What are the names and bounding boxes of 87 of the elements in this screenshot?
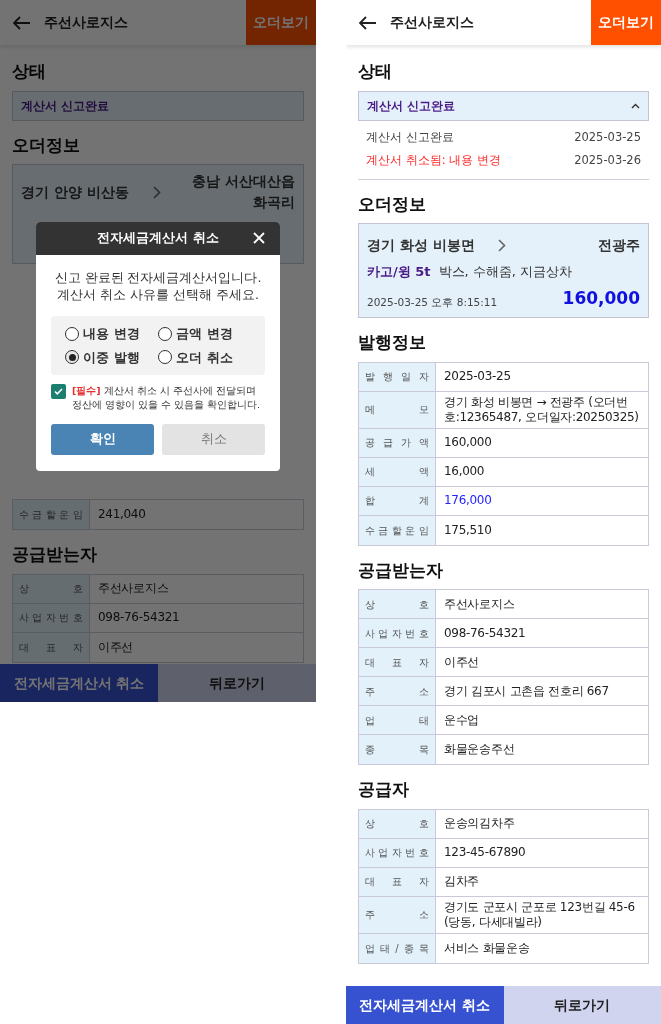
table-label-cell: 상 호 bbox=[359, 590, 436, 618]
header-title: 주선사로지스 bbox=[44, 13, 129, 32]
table-label-cell: 세 액 bbox=[359, 457, 436, 486]
confirm-button[interactable]: 확인 bbox=[51, 424, 154, 455]
dialog-title: 전자세금계산서 취소 bbox=[97, 229, 219, 248]
destination-text: 전광주 bbox=[597, 235, 640, 255]
history-date: 2025-03-25 bbox=[574, 129, 641, 147]
table-label-cell: 업 태 / 종 목 bbox=[359, 933, 436, 963]
table-value-cell-text: 175,510 bbox=[443, 521, 493, 539]
table-label-cell: 메 모 bbox=[359, 391, 436, 428]
table-value-cell-text: 176,000 bbox=[443, 492, 493, 509]
cancel-button[interactable]: 취소 bbox=[162, 424, 265, 455]
table-label-cell: 대 표 자 bbox=[359, 867, 436, 896]
table-value-cell-text: 운송의김차주 bbox=[443, 815, 516, 832]
close-icon[interactable] bbox=[252, 231, 266, 245]
table-value-cell-text: 경기 김포시 고촌읍 전호리 667 bbox=[443, 682, 610, 700]
cancel-invoice-button[interactable]: 전자세금계산서 취소 bbox=[346, 986, 504, 1024]
section-heading: 오더정보 bbox=[12, 133, 80, 157]
table-label-cell: 업 태 bbox=[359, 706, 436, 734]
table-value-cell-text: 2025-03-25 bbox=[443, 368, 512, 385]
history-date: 2025-03-26 bbox=[574, 152, 641, 170]
table-value-cell-text: 이주선 bbox=[443, 653, 481, 671]
reason-label[interactable]: 이중 발행 bbox=[83, 347, 140, 367]
table-value-cell-text: 098-76-54321 bbox=[97, 609, 181, 626]
table-label-cell: 사 업 자 번 호 bbox=[13, 603, 90, 632]
origin-text: 경기 안양 비산동 bbox=[21, 182, 129, 202]
radio-button[interactable] bbox=[158, 326, 172, 341]
table-value-cell-text: 주선사로지스 bbox=[97, 580, 170, 597]
order-amount: 160,000 bbox=[562, 286, 640, 310]
section-heading: 공급자 bbox=[358, 778, 409, 801]
reason-label[interactable]: 내용 변경 bbox=[83, 324, 140, 344]
table-value-cell-text: 098-76-54321 bbox=[443, 624, 527, 642]
history-status-text: 계산서 취소됨: 내용 변경 bbox=[366, 152, 501, 170]
chevron-right-icon bbox=[152, 185, 161, 199]
table-value-cell-text: 경기도 군포시 군포로 123번길 45-6 (당동, 다세대빌라) bbox=[443, 898, 636, 931]
order-card[interactable]: 경기 화성 비봉면 전광주 카고/윙 5t 박스, 수해줌, 지금상차 2025-03-25 오후 8:15:11 160,000 bbox=[358, 223, 649, 318]
consent-checkbox[interactable] bbox=[51, 384, 66, 399]
status-dropdown[interactable]: 계산서 신고완료 bbox=[12, 90, 304, 121]
status-dropdown[interactable]: 계산서 신고완료 bbox=[358, 90, 649, 121]
header-title: 주선사로지스 bbox=[390, 13, 475, 32]
table-value-cell-text: 160,000 bbox=[443, 434, 493, 451]
section-heading: 상태 bbox=[358, 60, 392, 83]
dialog-message: 신고 완료된 전자세금계산서입니다. 계산서 취소 사유를 선택해 주세요. bbox=[53, 269, 263, 303]
table-label-cell: 사 업 자 번 호 bbox=[359, 619, 436, 647]
section-heading: 공급받는자 bbox=[12, 543, 97, 566]
table-value-cell-text: 241,040 bbox=[97, 506, 147, 523]
chevron-right-icon bbox=[498, 238, 507, 252]
table-value-cell-text: 주선사로지스 bbox=[443, 595, 516, 613]
back-button[interactable]: 뒤로가기 bbox=[503, 986, 661, 1024]
table-value-cell-text: 경기 화성 비봉면 → 전광주 (오더번호:12365487, 오더일자:20250325) bbox=[443, 393, 640, 426]
radio-button[interactable] bbox=[65, 326, 79, 341]
table-label-cell: 수 금 할 운 임 bbox=[359, 515, 436, 545]
section-heading: 공급받는자 bbox=[358, 558, 443, 582]
radio-button[interactable] bbox=[65, 350, 79, 365]
section-heading: 발행정보 bbox=[358, 331, 426, 354]
table-value-cell-text: 김차주 bbox=[443, 873, 481, 890]
section-heading: 오더정보 bbox=[358, 192, 426, 216]
table-label-cell: 주 소 bbox=[359, 896, 436, 933]
table-label-cell: 합 계 bbox=[359, 486, 436, 515]
table-label-cell: 발 행 일 자 bbox=[359, 362, 436, 391]
table-label-cell: 사 업 자 번 호 bbox=[359, 838, 436, 867]
table-label-cell: 상 호 bbox=[359, 809, 436, 838]
table-value-cell-text: 이주선 bbox=[97, 638, 135, 656]
radio-button[interactable] bbox=[158, 350, 172, 365]
table-value-cell-text: 16,000 bbox=[443, 463, 486, 480]
history-status-text: 계산서 신고완료 bbox=[366, 129, 454, 147]
order-datetime: 2025-03-25 오후 8:15:11 bbox=[367, 295, 498, 311]
table-label-cell: 상 호 bbox=[13, 574, 90, 603]
reason-label[interactable]: 금액 변경 bbox=[176, 324, 233, 344]
cargo-type-text: 카고/윙 5t bbox=[367, 263, 431, 281]
table-value-cell-text: 서비스 화물운송 bbox=[443, 939, 531, 957]
table-value-cell-text: 화물운송주선 bbox=[443, 741, 516, 758]
table-label-cell: 공 급 가 액 bbox=[359, 428, 436, 457]
table-value-cell-text: 123-45-67890 bbox=[443, 844, 527, 861]
check-icon bbox=[54, 388, 63, 395]
origin-text: 경기 화성 비봉면 bbox=[367, 235, 475, 255]
caret-icon bbox=[631, 102, 640, 109]
table-label-cell: 대 표 자 bbox=[359, 648, 436, 676]
table-label-cell: 주 소 bbox=[359, 677, 436, 705]
consent-text: [필수] 계산서 취소 시 주선사에 전달되며 정산에 영향이 있을 수 있음을 확인합니다. bbox=[72, 384, 262, 412]
reason-label[interactable]: 오더 취소 bbox=[176, 347, 233, 367]
cargo-text: 박스, 수해줌, 지금상차 bbox=[438, 263, 573, 281]
view-order-button[interactable]: 오더보기 bbox=[591, 0, 661, 45]
table-label-cell: 종 목 bbox=[359, 735, 436, 764]
section-heading: 상태 bbox=[12, 60, 46, 83]
destination-text: 충남 서산대산읍 화곡리 bbox=[191, 172, 295, 212]
table-value-cell-text: 운수업 bbox=[443, 711, 481, 729]
